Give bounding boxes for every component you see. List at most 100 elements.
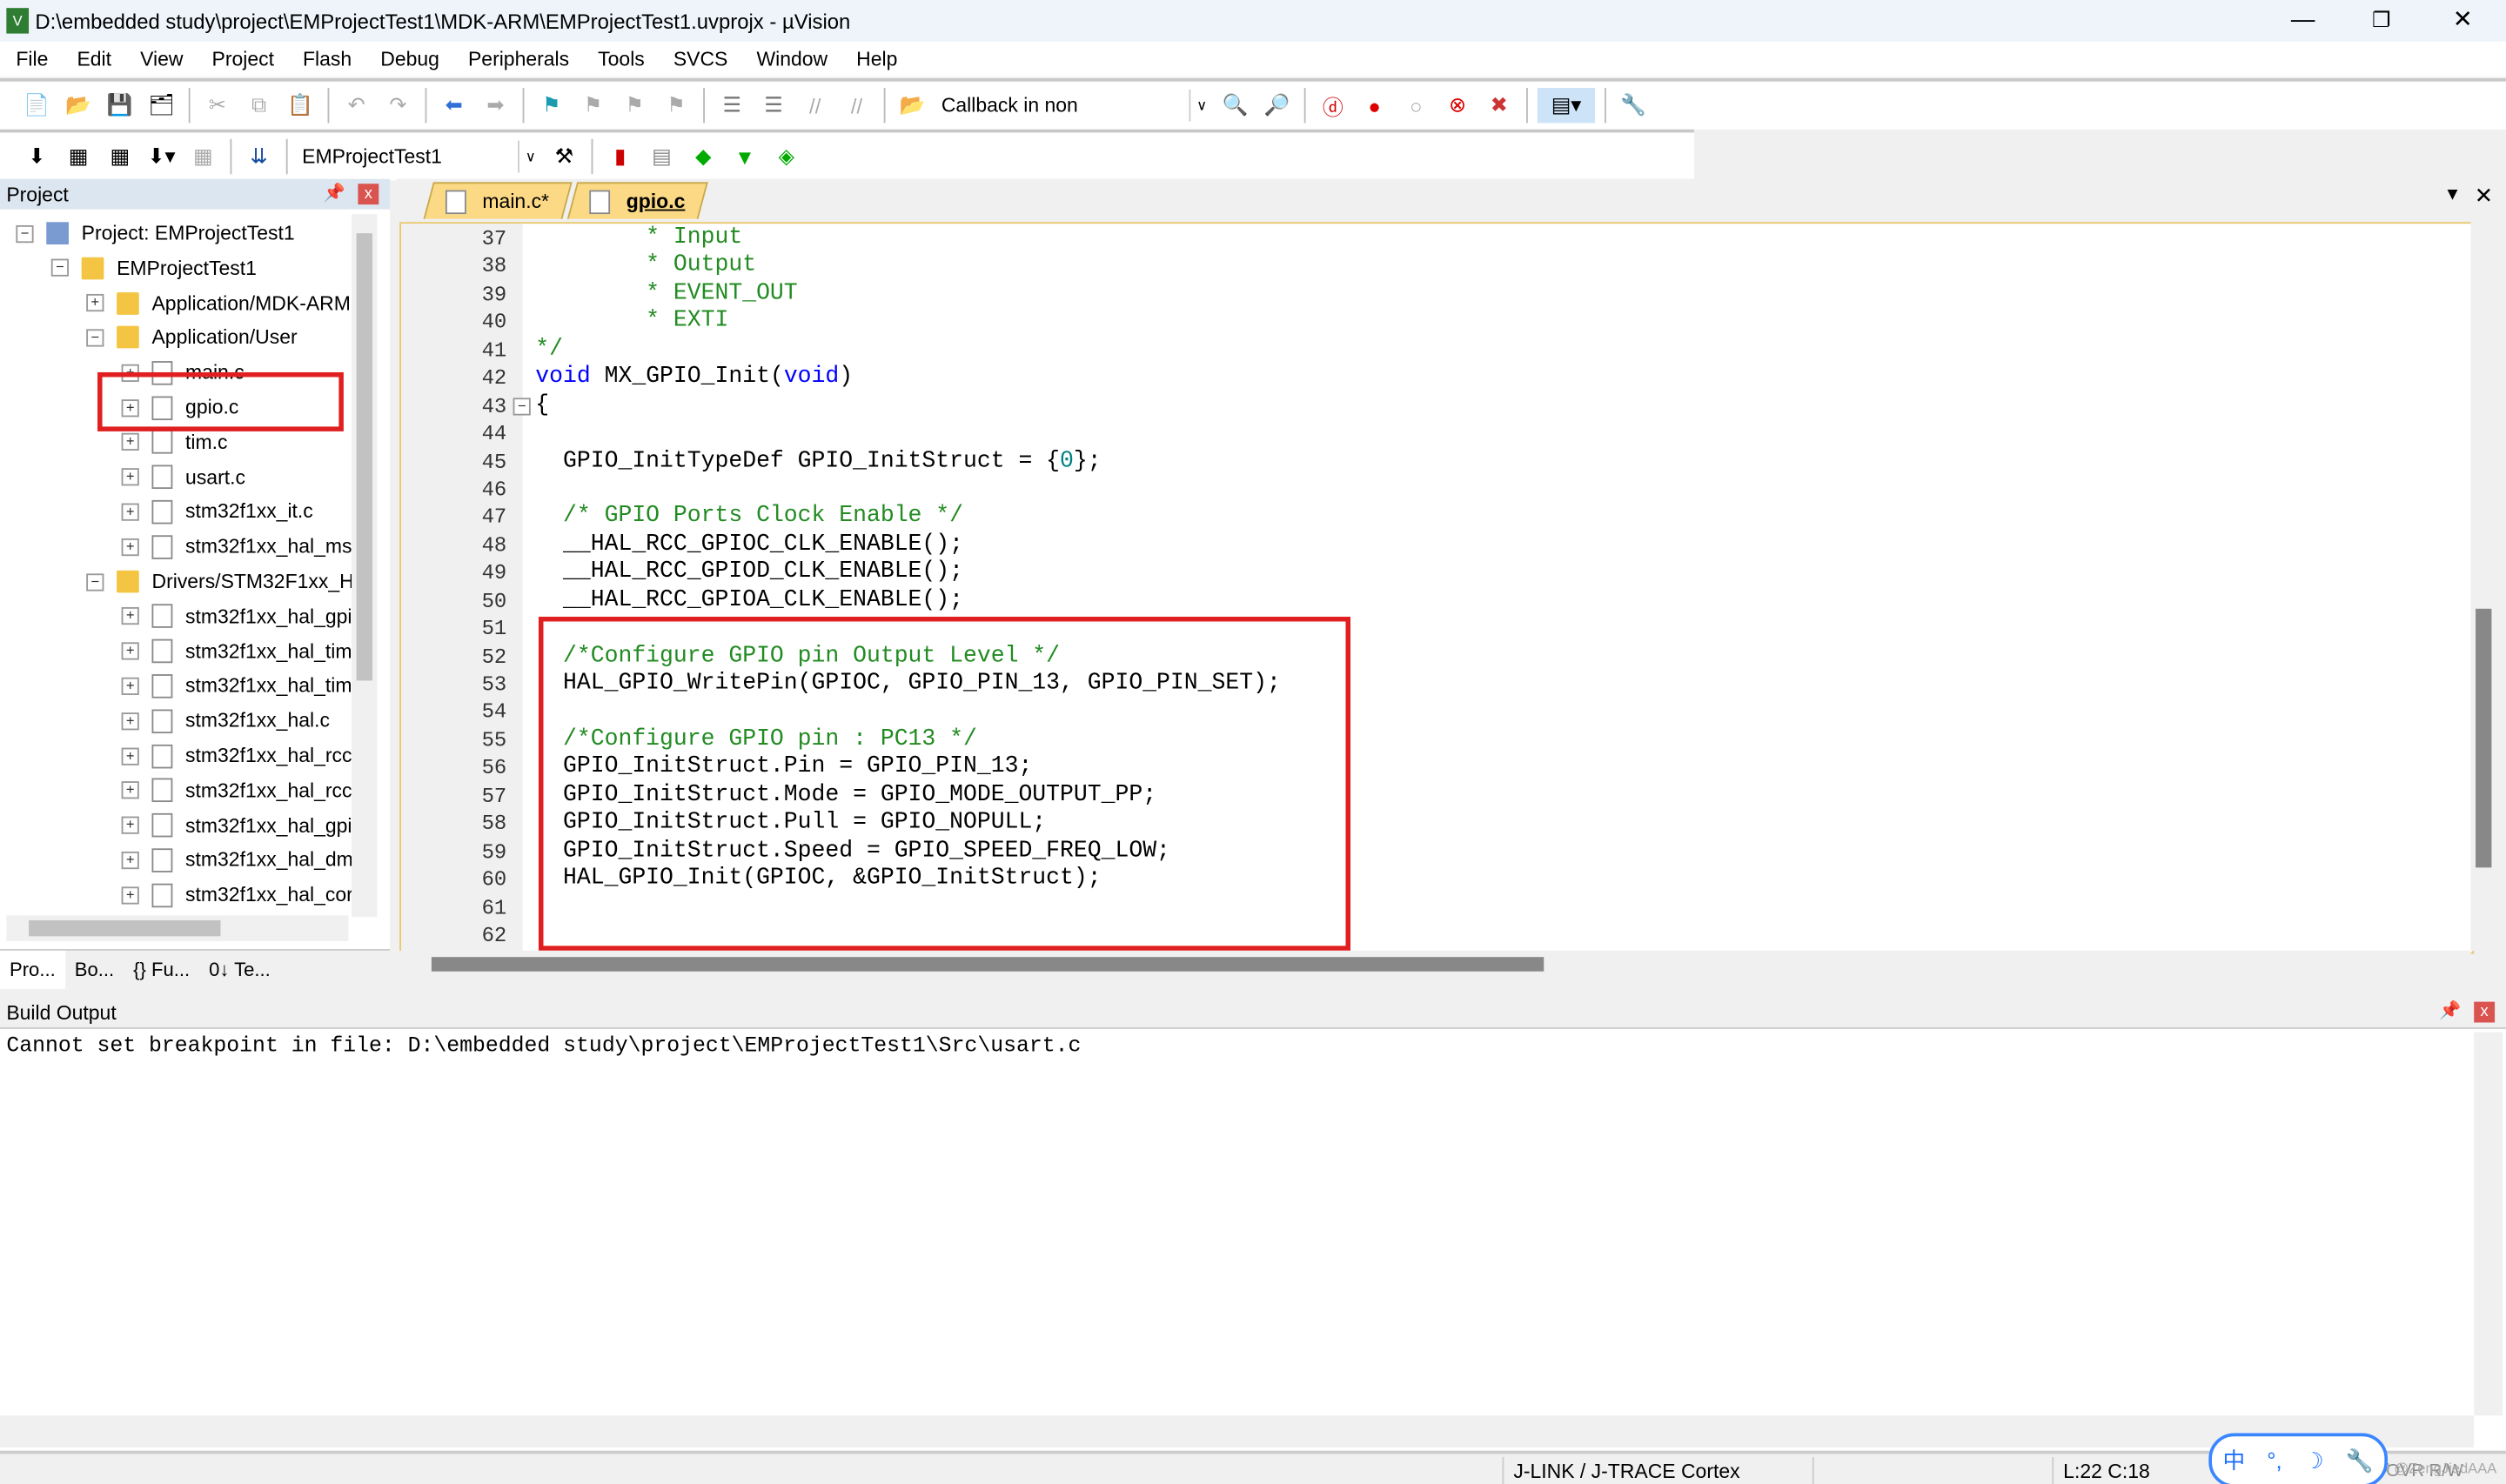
expand-icon[interactable]: + [121, 781, 139, 799]
copy-icon[interactable]: ⧉ [241, 88, 276, 123]
menu-edit[interactable]: Edit [61, 48, 124, 70]
select-packs-icon[interactable]: ▤ [644, 139, 679, 174]
redo-icon[interactable]: ↷ [380, 88, 415, 123]
manage-project-items-icon[interactable]: ▮ [602, 139, 637, 174]
tree-item[interactable]: + stm32f1xx_hal_rcc.c [121, 739, 352, 772]
close-panel-icon[interactable]: x [358, 184, 379, 205]
unindent-icon[interactable]: ☰ [756, 88, 791, 123]
ime-punctuation-button[interactable]: °, [2267, 1447, 2282, 1473]
save-all-icon[interactable]: 🗂 [144, 88, 178, 123]
tree-item[interactable]: + stm32f1xx_hal_tim.c [121, 635, 352, 667]
expand-icon[interactable]: + [121, 886, 139, 904]
cut-icon[interactable]: ✂ [200, 88, 235, 123]
incremental-find-icon[interactable]: 🔎 [1259, 88, 1294, 123]
menu-project[interactable]: Project [196, 48, 287, 70]
expand-icon[interactable]: + [86, 294, 104, 312]
expand-icon[interactable]: + [121, 816, 139, 834]
next-bookmark-icon[interactable]: ⚑ [617, 88, 652, 123]
tree-item[interactable]: + stm32f1xx_hal_gpio.c [121, 809, 352, 841]
close-button[interactable]: ✕ [2426, 3, 2499, 38]
pack-installer-icon[interactable]: ▼ [727, 139, 762, 174]
stop-build-icon[interactable]: ▦ [185, 139, 220, 174]
navigate-forward-icon[interactable]: ➡ [478, 88, 513, 123]
prev-bookmark-icon[interactable]: ⚑ [575, 88, 610, 123]
navigate-back-icon[interactable]: ⬅ [436, 88, 471, 123]
open-file-icon[interactable]: 📂 [61, 88, 96, 123]
tree-item[interactable]: − EMProjectTest1 [50, 252, 257, 284]
pin-icon[interactable]: 📌 [324, 182, 345, 203]
manage-run-time-icon[interactable]: ◆ [686, 139, 720, 174]
tab-gpio-c[interactable]: gpio.c [566, 182, 708, 219]
menu-tools[interactable]: Tools [582, 48, 658, 70]
ime-toolbar[interactable]: 中 °, ☽ 🔧 [2208, 1433, 2389, 1484]
bookmark-icon[interactable]: ⚑ [533, 88, 568, 123]
moon-icon[interactable]: ☽ [2304, 1447, 2324, 1474]
disable-breakpoint-icon[interactable]: ○ [1398, 88, 1433, 123]
expand-icon[interactable]: + [121, 746, 139, 765]
expand-icon[interactable]: + [121, 712, 139, 730]
disable-all-breakpoints-icon[interactable]: ⊗ [1440, 88, 1475, 123]
kill-breakpoints-icon[interactable]: ✖ [1482, 88, 1517, 123]
callback-combo[interactable]: Callback in non ∨ [933, 88, 1215, 124]
menu-file[interactable]: File [0, 48, 61, 70]
menu-help[interactable]: Help [841, 48, 910, 70]
close-panel-icon[interactable]: x [2474, 1001, 2496, 1023]
undo-icon[interactable]: ↶ [338, 88, 373, 123]
breakpoint-icon[interactable]: ● [1357, 88, 1391, 123]
menu-flash[interactable]: Flash [287, 48, 365, 70]
expand-icon[interactable]: + [121, 433, 139, 451]
menu-peripherals[interactable]: Peripherals [452, 48, 582, 70]
menu-view[interactable]: View [124, 48, 196, 70]
ime-language-button[interactable]: 中 [2223, 1444, 2246, 1476]
wrench-icon[interactable]: 🔧 [2346, 1447, 2374, 1474]
clear-bookmarks-icon[interactable]: ⚑ [659, 88, 694, 123]
menu-window[interactable]: Window [740, 48, 841, 70]
collapse-icon[interactable]: − [86, 329, 104, 347]
translate-icon[interactable]: ⬇ [19, 139, 54, 174]
collapse-icon[interactable]: − [16, 224, 34, 243]
find-icon[interactable]: 🔍 [1218, 88, 1253, 123]
chevron-down-icon[interactable]: ∨ [518, 140, 542, 173]
restore-button[interactable]: ❐ [2344, 3, 2417, 38]
expand-icon[interactable]: + [121, 538, 139, 556]
tree-item[interactable]: + Application/MDK-ARM [86, 287, 351, 319]
tree-item[interactable]: + stm32f1xx_hal_cortex.c [121, 879, 352, 912]
tree-item[interactable]: + stm32f1xx_hal_tim_ex.c [121, 670, 352, 702]
expand-icon[interactable]: + [121, 503, 139, 521]
collapse-icon[interactable]: − [86, 572, 104, 591]
menu-debug[interactable]: Debug [365, 48, 452, 70]
build-output-vertical-scrollbar[interactable] [2474, 1032, 2503, 1416]
expand-icon[interactable]: + [121, 851, 139, 869]
tree-item[interactable]: − Application/User [86, 322, 298, 354]
tab-main-c[interactable]: main.c* [423, 182, 573, 219]
find-in-files-icon[interactable]: 📂 [895, 88, 930, 123]
tree-item[interactable]: + stm32f1xx_hal_dma.c [121, 844, 352, 876]
minimize-button[interactable]: — [2266, 3, 2339, 38]
chevron-down-icon[interactable]: ∨ [1189, 89, 1214, 122]
close-tab-icon[interactable]: ✕ [2475, 182, 2494, 209]
tree-item[interactable]: + stm32f1xx_hal_msp.c [121, 531, 352, 563]
batch-build-icon[interactable]: ⬇▾ [144, 139, 178, 174]
load-download-icon[interactable]: ⇊ [241, 139, 276, 174]
project-vertical-scrollbar[interactable] [352, 214, 378, 918]
fold-icon[interactable]: − [513, 397, 531, 415]
tree-item[interactable]: + stm32f1xx_hal_gpio_ex.c [121, 600, 352, 632]
comment-icon[interactable]: // [798, 88, 833, 123]
editor-vertical-scrollbar[interactable] [2470, 222, 2496, 951]
window-layout-icon[interactable]: ▤▾ [1537, 88, 1596, 124]
uncomment-icon[interactable]: // [839, 88, 874, 123]
tree-item[interactable]: − Project: EMProjectTest1 [16, 217, 295, 250]
tree-item[interactable]: + stm32f1xx_hal_rcc_ex.c [121, 774, 352, 806]
pin-icon[interactable]: 📌 [2439, 1000, 2461, 1021]
tree-item[interactable]: + usart.c [121, 461, 245, 493]
expand-icon[interactable]: + [121, 677, 139, 695]
panel-tab-3[interactable]: 0↓ Te... [199, 951, 280, 989]
debug-session-icon[interactable]: ⓓ [1316, 88, 1350, 123]
expand-icon[interactable]: + [121, 468, 139, 486]
tree-item[interactable]: + stm32f1xx_hal.c [121, 705, 330, 737]
collapse-icon[interactable]: − [50, 259, 69, 277]
editor-horizontal-scrollbar[interactable] [399, 950, 2471, 977]
tree-item[interactable]: − Drivers/STM32F1xx_HAL_Driver [86, 565, 352, 598]
expand-icon[interactable]: + [121, 607, 139, 625]
panel-tab-0[interactable]: Pro... [0, 950, 65, 989]
